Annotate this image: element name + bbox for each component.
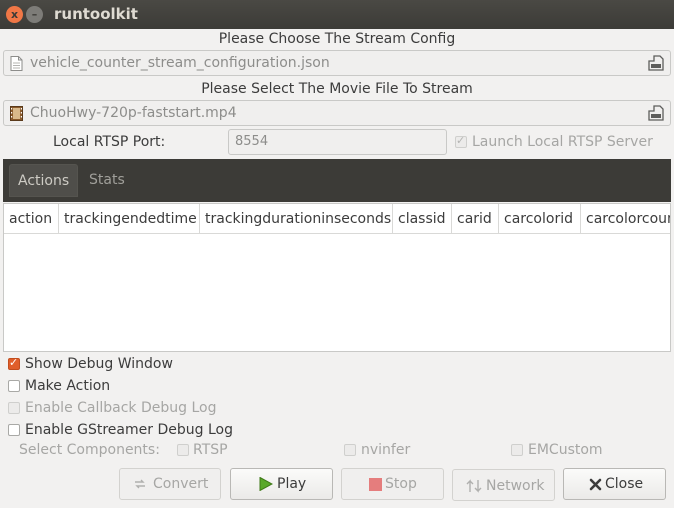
select-components-label: Select Components: [19, 442, 160, 458]
column-header-carcolorcount[interactable]: carcolorcount [581, 204, 670, 234]
rtsp-port-input[interactable]: 8554 [228, 129, 447, 155]
convert-button-label: Convert [153, 476, 209, 492]
convert-icon [135, 479, 145, 489]
gstreamer-debug-log-checkbox[interactable] [8, 424, 20, 436]
launch-rtsp-label: Launch Local RTSP Server [472, 134, 653, 150]
open-file-icon[interactable] [648, 55, 664, 71]
stop-button-label: Stop [385, 476, 417, 492]
movie-file-value: ChuoHwy-720p-faststart.mp4 [30, 105, 237, 121]
component-rtsp-checkbox[interactable] [177, 444, 189, 456]
network-icon [466, 479, 482, 493]
window-minimize-icon[interactable]: – [26, 6, 43, 23]
column-header-trackingdurationinseconds[interactable]: trackingdurationinseconds [200, 204, 393, 234]
column-header-carcolorid[interactable]: carcolorid [499, 204, 581, 234]
stop-button[interactable]: Stop [341, 468, 444, 500]
component-nvinfer-checkbox[interactable] [344, 444, 356, 456]
document-icon [10, 56, 23, 71]
stop-icon [369, 478, 382, 491]
window-close-icon[interactable]: x [6, 6, 23, 23]
table-header: action trackingendedtime trackingduratio… [4, 204, 670, 234]
component-emcustom-label: EMCustom [528, 442, 603, 458]
stream-config-chooser[interactable]: vehicle_counter_stream_configuration.jso… [3, 50, 671, 76]
movie-file-label: Please Select The Movie File To Stream [201, 81, 473, 97]
callback-debug-log-label: Enable Callback Debug Log [25, 400, 217, 416]
movie-file-chooser[interactable]: ChuoHwy-720p-faststart.mp4 [3, 100, 671, 126]
column-header-action[interactable]: action [4, 204, 59, 234]
launch-rtsp-checkbox[interactable] [455, 134, 467, 148]
open-file-icon[interactable] [648, 105, 664, 121]
close-button-label: Close [605, 476, 644, 492]
component-rtsp-label: RTSP [193, 442, 228, 458]
gstreamer-debug-log-label: Enable GStreamer Debug Log [25, 422, 233, 438]
close-icon [589, 478, 602, 491]
actions-table[interactable]: action trackingendedtime trackingduratio… [3, 203, 671, 352]
convert-button[interactable]: Convert [119, 468, 221, 500]
rtsp-port-label: Local RTSP Port: [53, 134, 166, 150]
play-icon [259, 477, 273, 491]
column-header-classid[interactable]: classid [393, 204, 452, 234]
make-action-checkbox[interactable] [8, 380, 20, 392]
component-nvinfer-label: nvinfer [361, 442, 411, 458]
film-icon [10, 106, 23, 121]
play-button[interactable]: Play [230, 468, 333, 500]
play-button-label: Play [277, 476, 307, 492]
tab-bar: Actions Stats [3, 159, 671, 202]
column-header-trackingendedtime[interactable]: trackingendedtime [59, 204, 200, 234]
make-action-label: Make Action [25, 378, 111, 394]
component-emcustom-checkbox[interactable] [511, 444, 523, 456]
stream-config-value: vehicle_counter_stream_configuration.jso… [30, 55, 330, 71]
close-button[interactable]: Close [563, 468, 666, 500]
tab-stats[interactable]: Stats [81, 164, 133, 197]
tab-actions[interactable]: Actions [9, 164, 79, 197]
network-button[interactable]: Network [452, 469, 555, 501]
title-bar: x – runtoolkit [0, 0, 674, 29]
stream-config-label: Please Choose The Stream Config [218, 31, 456, 47]
show-debug-window-checkbox[interactable] [8, 356, 20, 370]
show-debug-window-label: Show Debug Window [25, 356, 173, 372]
column-header-carid[interactable]: carid [452, 204, 499, 234]
callback-debug-log-checkbox[interactable] [8, 402, 20, 414]
window-title: runtoolkit [54, 5, 138, 23]
network-button-label: Network [486, 478, 545, 494]
